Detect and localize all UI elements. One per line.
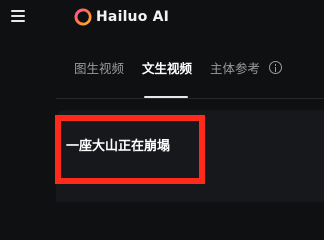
logo[interactable]: Hailuo AI: [74, 7, 169, 27]
generation-mode-tabs: 图生视频 文生视频 主体参考: [74, 58, 300, 98]
tab-label: 文生视频: [142, 61, 193, 76]
tab-label: 图生视频: [74, 61, 125, 76]
top-bar: Hailuo AI: [0, 0, 324, 34]
tab-label: 主体参考: [210, 61, 261, 76]
tabs-divider: [56, 98, 324, 99]
hailuo-logo-icon: [74, 8, 92, 26]
info-icon[interactable]: [269, 61, 283, 74]
hamburger-menu-icon[interactable]: [11, 10, 25, 22]
tab-text-to-video[interactable]: 文生视频: [142, 58, 192, 98]
prompt-input-area[interactable]: [56, 110, 324, 202]
logo-text: Hailuo AI: [96, 9, 170, 25]
tab-image-to-video[interactable]: 图生视频: [74, 58, 124, 98]
prompt-text[interactable]: 一座大山正在崩塌: [66, 135, 170, 154]
tab-subject-reference[interactable]: 主体参考: [210, 58, 283, 98]
